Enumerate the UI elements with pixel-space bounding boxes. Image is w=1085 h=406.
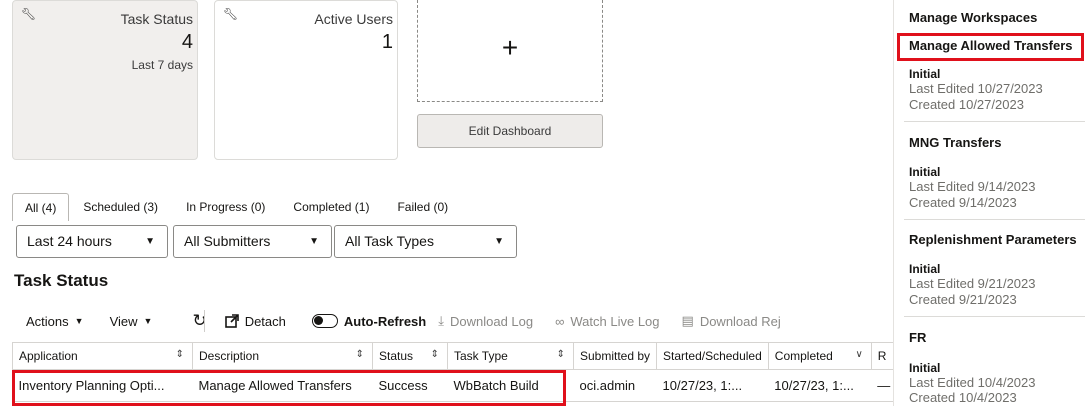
column-header-application[interactable]: Application ⇕ xyxy=(12,342,193,370)
panel-item-manage-allowed-transfers[interactable]: Manage Allowed Transfers xyxy=(909,38,1073,53)
download-report-label: Download Rej xyxy=(699,313,781,329)
add-tile[interactable]: + xyxy=(417,0,603,102)
column-header-status[interactable]: Status ⇕ xyxy=(372,342,448,370)
cell-completed[interactable]: 10/27/23, 1:... xyxy=(768,369,872,402)
auto-refresh-toggle[interactable]: Auto-Refresh xyxy=(311,313,427,329)
auto-refresh-label: Auto-Refresh xyxy=(343,313,427,329)
wrench-icon[interactable]: 🔧︎ xyxy=(223,7,238,21)
cell-task-type[interactable]: WbBatch Build xyxy=(447,369,574,402)
plus-icon: + xyxy=(501,32,519,63)
panel-item-mng-transfers[interactable]: MNG Transfers xyxy=(909,135,1001,150)
caret-down-icon: ▼ xyxy=(143,316,153,326)
item-state: Initial xyxy=(909,361,941,375)
cell-status[interactable]: Success xyxy=(372,369,448,402)
tab-all[interactable]: All (4) xyxy=(12,193,70,221)
actions-menu[interactable]: Actions ▼ xyxy=(26,314,84,329)
column-header-started[interactable]: Started/Scheduled xyxy=(656,342,769,370)
task-types-select[interactable]: All Task Types ▼ xyxy=(334,225,517,258)
section-title: Task Status xyxy=(14,271,109,290)
download-log-button[interactable]: ⤓ Download Log xyxy=(438,313,533,329)
caret-down-icon: ▼ xyxy=(74,316,84,326)
column-header-description[interactable]: Description ⇕ xyxy=(192,342,373,370)
wrench-icon[interactable]: 🔧︎ xyxy=(21,7,36,21)
item-created: Created 9/14/2023 xyxy=(909,195,1017,210)
detach-label: Detach xyxy=(244,313,286,329)
item-state: Initial xyxy=(909,165,941,179)
chevron-down-icon: ▼ xyxy=(309,236,319,247)
status-tabs: All (4) Scheduled (3) In Progress (0) Co… xyxy=(12,193,462,221)
view-label: View xyxy=(109,313,138,329)
tab-failed[interactable]: Failed (0) xyxy=(383,193,462,221)
chevron-down-icon: ▼ xyxy=(494,236,504,247)
edit-dashboard-button[interactable]: Edit Dashboard xyxy=(417,114,603,148)
column-header-task-type[interactable]: Task Type ⇕ xyxy=(447,342,574,370)
item-created: Created 9/21/2023 xyxy=(909,292,1017,307)
download-icon: ⤓ xyxy=(438,313,444,328)
detach-button[interactable]: Detach xyxy=(224,313,286,329)
panel-item-manage-workspaces[interactable]: Manage Workspaces xyxy=(909,10,1037,25)
sort-icon: ⇕ xyxy=(355,349,364,360)
panel-item-replenishment-parameters[interactable]: Replenishment Parameters xyxy=(909,232,1077,247)
table-row[interactable]: Inventory Planning Opti... Manage Allowe… xyxy=(12,369,897,402)
watch-live-log-label: Watch Live Log xyxy=(570,313,660,329)
toggle-switch[interactable] xyxy=(311,314,338,328)
active-users-card[interactable]: 🔧︎ Active Users 1 xyxy=(214,0,398,160)
chevron-down-icon: ∨ xyxy=(855,349,863,360)
item-last-edited: Last Edited 10/4/2023 xyxy=(909,375,1036,390)
watch-live-log-button[interactable]: ∞ Watch Live Log xyxy=(555,314,659,329)
item-state: Initial xyxy=(909,262,941,276)
cell-submitted-by[interactable]: oci.admin xyxy=(573,369,657,402)
chevron-down-icon: ▼ xyxy=(145,236,155,247)
card-value: 4 xyxy=(181,31,193,53)
card-subtitle: Last 7 days xyxy=(131,58,193,72)
download-log-label: Download Log xyxy=(449,313,534,329)
select-value: Last 24 hours xyxy=(27,233,112,249)
workspace-panel: Manage Workspaces Manage Allowed Transfe… xyxy=(893,0,1085,406)
item-state: Initial xyxy=(909,67,941,81)
toolbar-divider xyxy=(204,310,205,332)
panel-item-fr[interactable]: FR xyxy=(909,330,926,345)
column-header-submitted-by[interactable]: Submitted by xyxy=(572,342,658,370)
cell-description[interactable]: Manage Allowed Transfers xyxy=(192,369,373,402)
item-last-edited: Last Edited 10/27/2023 xyxy=(909,81,1043,96)
select-value: All Task Types xyxy=(345,233,434,249)
card-title: Task Status xyxy=(120,11,193,27)
item-created: Created 10/4/2023 xyxy=(909,390,1017,405)
tab-scheduled[interactable]: Scheduled (3) xyxy=(69,193,172,221)
panel-divider xyxy=(904,121,1085,122)
item-last-edited: Last Edited 9/21/2023 xyxy=(909,276,1036,291)
submitters-select[interactable]: All Submitters ▼ xyxy=(173,225,332,258)
sort-icon: ⇕ xyxy=(556,349,565,360)
actions-label: Actions xyxy=(26,313,69,329)
cell-application[interactable]: Inventory Planning Opti... xyxy=(12,369,193,402)
report-icon: ▤ xyxy=(681,313,694,328)
glasses-icon: ∞ xyxy=(555,313,565,329)
panel-divider xyxy=(904,316,1085,317)
column-header-completed[interactable]: Completed ∨ xyxy=(767,342,872,370)
task-table: Application ⇕ Description ⇕ Status ⇕ Task T… xyxy=(12,342,897,402)
task-status-card[interactable]: 🔧︎ Task Status 4 Last 7 days xyxy=(12,0,198,160)
table-header-row: Application ⇕ Description ⇕ Status ⇕ Task T… xyxy=(12,342,897,370)
sort-icon: ⇕ xyxy=(175,349,184,360)
table-toolbar: Actions ▼ View ▼ ↻ Detach Auto-Refresh ⤓… xyxy=(14,311,781,331)
view-menu[interactable]: View ▼ xyxy=(110,314,153,329)
card-title: Active Users xyxy=(314,11,393,27)
time-range-select[interactable]: Last 24 hours ▼ xyxy=(16,225,168,258)
card-value: 1 xyxy=(381,31,393,53)
tab-in-progress[interactable]: In Progress (0) xyxy=(172,193,279,221)
cell-started[interactable]: 10/27/23, 1:... xyxy=(656,369,769,402)
sort-icon: ⇕ xyxy=(430,349,439,360)
item-created: Created 10/27/2023 xyxy=(909,97,1024,112)
detach-icon xyxy=(224,314,239,328)
tab-completed[interactable]: Completed (1) xyxy=(279,193,383,221)
panel-divider xyxy=(904,219,1085,220)
download-report-button[interactable]: ▤ Download Rej xyxy=(682,313,781,329)
item-last-edited: Last Edited 9/14/2023 xyxy=(909,179,1036,194)
select-value: All Submitters xyxy=(184,233,271,249)
